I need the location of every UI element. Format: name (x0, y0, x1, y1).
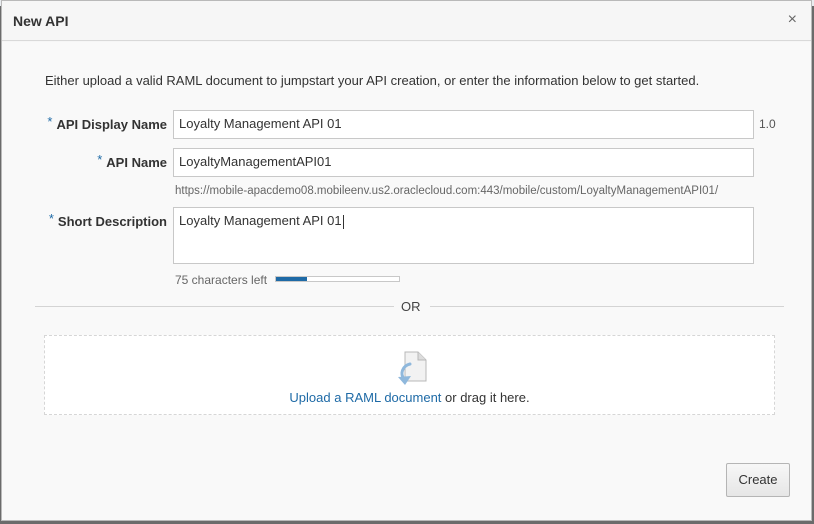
separator-line-right (430, 306, 784, 307)
api-endpoint-url: https://mobile-apacdemo08.mobileenv.us2.… (175, 185, 719, 197)
display-name-label: * API Display Name (47, 114, 167, 132)
api-name-label: * API Name (97, 152, 167, 170)
api-name-input[interactable]: LoyaltyManagementAPI01 (173, 148, 754, 177)
dialog-body: Either upload a valid RAML document to j… (2, 42, 811, 520)
upload-raml-link[interactable]: Upload a RAML document (289, 390, 441, 405)
document-upload-icon (398, 351, 427, 385)
character-usage-fill (276, 277, 307, 281)
upload-instructions: Upload a RAML document or drag it here. (45, 390, 774, 405)
short-description-label: * Short Description (48, 211, 167, 229)
required-marker: * (48, 211, 54, 226)
character-usage-meter (275, 276, 400, 282)
display-name-input[interactable]: Loyalty Management API 01 (173, 110, 754, 139)
intro-text: Either upload a valid RAML document to j… (45, 73, 700, 88)
new-api-dialog: New API × Either upload a valid RAML doc… (1, 0, 812, 521)
drag-hint: or drag it here. (441, 390, 530, 405)
raml-drop-zone[interactable]: Upload a RAML document or drag it here. (44, 335, 775, 415)
text-caret (342, 214, 344, 229)
create-button[interactable]: Create (726, 463, 790, 497)
dialog-titlebar: New API × (2, 1, 811, 41)
required-marker: * (97, 152, 103, 167)
dialog-title: New API (13, 13, 69, 29)
or-separator: OR (401, 299, 421, 314)
required-marker: * (47, 114, 53, 129)
version-label: 1.0 (759, 117, 776, 131)
separator-line-left (35, 306, 394, 307)
characters-left: 75 characters left (175, 273, 268, 287)
short-description-textarea[interactable]: Loyalty Management API 01 (173, 207, 754, 264)
close-icon[interactable]: × (788, 11, 797, 29)
